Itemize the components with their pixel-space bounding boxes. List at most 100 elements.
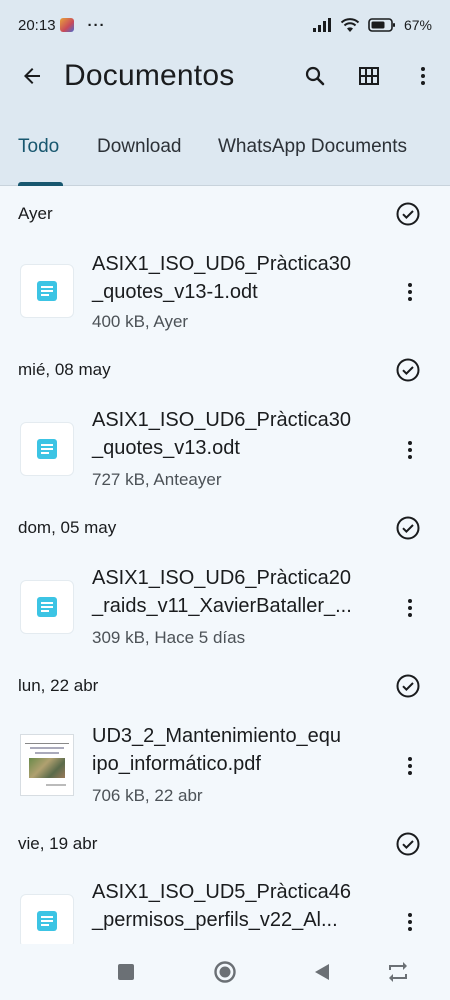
more-vert-icon <box>408 283 412 301</box>
file-meta: 706 kB, 22 abr <box>92 786 203 805</box>
wifi-icon <box>340 18 360 32</box>
file-more-button[interactable] <box>396 430 424 470</box>
file-name-line: _quotes_v13.odt <box>92 437 240 459</box>
file-name-line: _raids_v11_XavierBataller_... <box>92 595 352 617</box>
file-list[interactable]: Ayer ASIX1_ISO_UD6_Pràctica30 _quotes_v1… <box>0 186 450 944</box>
file-name-line: ASIX1_ISO_UD6_Pràctica30 <box>92 253 352 275</box>
file-name-line: ASIX1_ISO_UD5_Pràctica46 <box>92 881 352 903</box>
document-icon <box>37 439 57 459</box>
file-name: ASIX1_ISO_UD6_Pràctica20 _raids_v11_Xavi… <box>92 564 382 620</box>
pdf-preview-text <box>30 747 64 749</box>
signal-icon <box>312 18 331 32</box>
battery-icon <box>368 18 395 32</box>
group-header: Ayer <box>0 186 450 242</box>
file-name: ASIX1_ISO_UD6_Pràctica30 _quotes_v13.odt <box>92 406 382 462</box>
group-date-label: vie, 19 abr <box>18 834 98 853</box>
status-bar: 20:13 ··· 67% <box>0 0 450 50</box>
file-more-button[interactable] <box>396 588 424 628</box>
tab-todo[interactable]: Todo <box>18 136 59 158</box>
file-thumbnail <box>20 580 74 634</box>
check-circle-icon <box>396 674 420 698</box>
more-vert-icon <box>421 67 425 85</box>
file-thumbnail <box>20 264 74 318</box>
file-row[interactable]: ASIX1_ISO_UD5_Pràctica46 _permisos_perfi… <box>0 872 450 944</box>
arrow-back-icon <box>24 68 40 84</box>
tab-download[interactable]: Download <box>97 136 182 158</box>
app-notification-icon <box>59 18 74 32</box>
pdf-thumbnail <box>20 734 74 796</box>
file-thumbnail <box>20 894 74 944</box>
document-icon <box>37 911 57 931</box>
check-circle-icon <box>396 516 420 540</box>
file-name-line: ipo_informático.pdf <box>92 753 261 775</box>
tab-bar: Todo Download WhatsApp Documents <box>0 102 450 186</box>
more-vert-icon <box>408 599 412 617</box>
file-more-button[interactable] <box>396 746 424 786</box>
group-header: dom, 05 may <box>0 500 450 556</box>
search-icon <box>305 66 325 86</box>
pdf-preview-text <box>35 752 59 754</box>
document-icon <box>37 281 57 301</box>
rotate-button[interactable] <box>378 952 418 992</box>
file-meta: 309 kB, Hace 5 días <box>92 628 246 647</box>
group-date-label: Ayer <box>18 204 53 223</box>
check-circle-icon <box>396 358 420 382</box>
more-vert-icon <box>408 441 412 459</box>
file-more-button[interactable] <box>396 272 424 312</box>
select-group-button[interactable] <box>394 830 422 858</box>
pdf-preview-footer <box>46 784 66 786</box>
home-circle-icon <box>214 961 236 983</box>
tab-whatsapp-documents[interactable]: WhatsApp Documents <box>218 136 407 158</box>
file-row[interactable]: ASIX1_ISO_UD6_Pràctica30 _quotes_v13-1.o… <box>0 242 450 344</box>
rotate-screen-icon <box>389 962 407 982</box>
file-name-line: _quotes_v13-1.odt <box>92 281 258 303</box>
back-triangle-icon <box>315 964 329 980</box>
grid-view-button[interactable] <box>342 50 396 102</box>
more-vert-icon <box>408 757 412 775</box>
group-header: lun, 22 abr <box>0 658 450 714</box>
more-options-button[interactable] <box>396 50 450 102</box>
group-date-label: mié, 08 may <box>18 360 111 379</box>
select-group-button[interactable] <box>394 672 422 700</box>
battery-percent: 67% <box>403 17 432 33</box>
file-thumbnail <box>20 422 74 476</box>
status-left: 20:13 ··· <box>18 17 106 34</box>
home-button[interactable] <box>205 952 245 992</box>
file-row[interactable]: UD3_2_Mantenimiento_equ ipo_informático.… <box>0 714 450 816</box>
file-name-line: ASIX1_ISO_UD6_Pràctica20 <box>92 567 352 589</box>
back-nav-button[interactable] <box>302 952 342 992</box>
back-button[interactable] <box>0 50 64 102</box>
system-nav-bar <box>0 944 450 1000</box>
file-meta: 400 kB, Ayer <box>92 312 189 331</box>
pdf-preview-line <box>25 743 69 744</box>
recents-square-icon <box>118 964 134 980</box>
grid-view-icon <box>359 67 379 85</box>
status-right: 67% <box>312 17 432 33</box>
check-circle-icon <box>396 202 420 226</box>
status-time: 20:13 <box>18 16 56 34</box>
app-bar-actions <box>288 50 450 102</box>
page-title: Documentos <box>64 59 235 92</box>
group-header: vie, 19 abr <box>0 816 450 872</box>
file-name-line: ASIX1_ISO_UD6_Pràctica30 <box>92 409 352 431</box>
file-name: ASIX1_ISO_UD5_Pràctica46 _permisos_perfi… <box>92 878 382 934</box>
check-circle-icon <box>396 832 420 856</box>
file-row[interactable]: ASIX1_ISO_UD6_Pràctica30 _quotes_v13.odt… <box>0 398 450 500</box>
select-group-button[interactable] <box>394 514 422 542</box>
group-date-label: dom, 05 may <box>18 518 117 537</box>
file-row[interactable]: ASIX1_ISO_UD6_Pràctica20 _raids_v11_Xavi… <box>0 556 450 658</box>
file-name: UD3_2_Mantenimiento_equ ipo_informático.… <box>92 722 382 778</box>
file-meta: 727 kB, Anteayer <box>92 470 222 489</box>
document-icon <box>37 597 57 617</box>
pdf-preview-image <box>29 758 65 778</box>
more-notifications-icon: ··· <box>87 16 106 34</box>
select-group-button[interactable] <box>394 200 422 228</box>
more-vert-icon <box>408 913 412 931</box>
group-date-label: lun, 22 abr <box>18 676 99 695</box>
file-name-line: _permisos_perfils_v22_Al... <box>92 909 338 931</box>
file-more-button[interactable] <box>396 902 424 942</box>
recents-button[interactable] <box>106 952 146 992</box>
search-button[interactable] <box>288 50 342 102</box>
file-name-line: UD3_2_Mantenimiento_equ <box>92 725 342 747</box>
select-group-button[interactable] <box>394 356 422 384</box>
